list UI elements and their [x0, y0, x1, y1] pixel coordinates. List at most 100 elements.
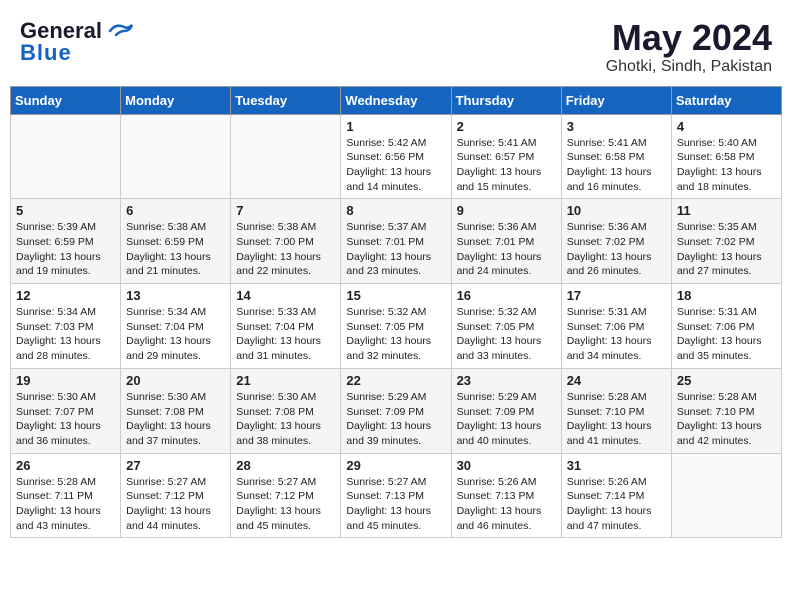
calendar-day-17: 17 Sunrise: 5:31 AMSunset: 7:06 PMDayligh…: [561, 284, 671, 369]
logo-bird-icon: [106, 21, 134, 41]
cell-sun-info: Sunrise: 5:28 AMSunset: 7:11 PMDaylight:…: [16, 475, 115, 534]
day-number: 14: [236, 288, 335, 303]
calendar-day-5: 5 Sunrise: 5:39 AMSunset: 6:59 PMDaylight…: [11, 199, 121, 284]
cell-sun-info: Sunrise: 5:40 AMSunset: 6:58 PMDaylight:…: [677, 136, 776, 195]
calendar-day-6: 6 Sunrise: 5:38 AMSunset: 6:59 PMDaylight…: [121, 199, 231, 284]
cell-sun-info: Sunrise: 5:30 AMSunset: 7:07 PMDaylight:…: [16, 390, 115, 449]
calendar-table: SundayMondayTuesdayWednesdayThursdayFrid…: [10, 86, 782, 539]
day-number: 8: [346, 203, 445, 218]
weekday-header-saturday: Saturday: [671, 86, 781, 114]
calendar-day-4: 4 Sunrise: 5:40 AMSunset: 6:58 PMDaylight…: [671, 114, 781, 199]
calendar-day-8: 8 Sunrise: 5:37 AMSunset: 7:01 PMDaylight…: [341, 199, 451, 284]
cell-sun-info: Sunrise: 5:42 AMSunset: 6:56 PMDaylight:…: [346, 136, 445, 195]
cell-sun-info: Sunrise: 5:28 AMSunset: 7:10 PMDaylight:…: [567, 390, 666, 449]
calendar-day-28: 28 Sunrise: 5:27 AMSunset: 7:12 PMDayligh…: [231, 453, 341, 538]
calendar-day-7: 7Sunrise: 5:38 AMSunset: 7:00 PMDaylight…: [231, 199, 341, 284]
calendar-day-20: 20 Sunrise: 5:30 AMSunset: 7:08 PMDayligh…: [121, 368, 231, 453]
day-number: 22: [346, 373, 445, 388]
day-number: 12: [16, 288, 115, 303]
calendar-day-26: 26 Sunrise: 5:28 AMSunset: 7:11 PMDayligh…: [11, 453, 121, 538]
day-number: 18: [677, 288, 776, 303]
cell-sun-info: Sunrise: 5:34 AMSunset: 7:03 PMDaylight:…: [16, 305, 115, 364]
calendar-day-30: 30 Sunrise: 5:26 AMSunset: 7:13 PMDayligh…: [451, 453, 561, 538]
calendar-day-16: 16Sunrise: 5:32 AMSunset: 7:05 PMDayligh…: [451, 284, 561, 369]
calendar-day-11: 11 Sunrise: 5:35 AMSunset: 7:02 PMDayligh…: [671, 199, 781, 284]
day-number: 28: [236, 458, 335, 473]
cell-sun-info: Sunrise: 5:41 AMSunset: 6:57 PMDaylight:…: [457, 136, 556, 195]
calendar-day-3: 3 Sunrise: 5:41 AMSunset: 6:58 PMDaylight…: [561, 114, 671, 199]
calendar-week-5: 26 Sunrise: 5:28 AMSunset: 7:11 PMDayligh…: [11, 453, 782, 538]
calendar-day-24: 24 Sunrise: 5:28 AMSunset: 7:10 PMDayligh…: [561, 368, 671, 453]
cell-sun-info: Sunrise: 5:32 AMSunset: 7:05 PMDaylight:…: [346, 305, 445, 364]
cell-sun-info: Sunrise: 5:26 AMSunset: 7:14 PMDaylight:…: [567, 475, 666, 534]
day-number: 24: [567, 373, 666, 388]
calendar-week-2: 5 Sunrise: 5:39 AMSunset: 6:59 PMDaylight…: [11, 199, 782, 284]
calendar-day-22: 22 Sunrise: 5:29 AMSunset: 7:09 PMDayligh…: [341, 368, 451, 453]
weekday-header-wednesday: Wednesday: [341, 86, 451, 114]
calendar-day-27: 27 Sunrise: 5:27 AMSunset: 7:12 PMDayligh…: [121, 453, 231, 538]
cell-sun-info: Sunrise: 5:26 AMSunset: 7:13 PMDaylight:…: [457, 475, 556, 534]
cell-sun-info: Sunrise: 5:29 AMSunset: 7:09 PMDaylight:…: [346, 390, 445, 449]
day-number: 20: [126, 373, 225, 388]
cell-sun-info: Sunrise: 5:35 AMSunset: 7:02 PMDaylight:…: [677, 220, 776, 279]
day-number: 31: [567, 458, 666, 473]
cell-sun-info: Sunrise: 5:32 AMSunset: 7:05 PMDaylight:…: [457, 305, 556, 364]
cell-sun-info: Sunrise: 5:39 AMSunset: 6:59 PMDaylight:…: [16, 220, 115, 279]
day-number: 27: [126, 458, 225, 473]
cell-sun-info: Sunrise: 5:36 AMSunset: 7:02 PMDaylight:…: [567, 220, 666, 279]
calendar-day-12: 12 Sunrise: 5:34 AMSunset: 7:03 PMDayligh…: [11, 284, 121, 369]
cell-sun-info: Sunrise: 5:37 AMSunset: 7:01 PMDaylight:…: [346, 220, 445, 279]
cell-sun-info: Sunrise: 5:34 AMSunset: 7:04 PMDaylight:…: [126, 305, 225, 364]
cell-sun-info: Sunrise: 5:36 AMSunset: 7:01 PMDaylight:…: [457, 220, 556, 279]
title-area: May 2024 Ghotki, Sindh, Pakistan: [606, 18, 772, 76]
cell-sun-info: Sunrise: 5:41 AMSunset: 6:58 PMDaylight:…: [567, 136, 666, 195]
calendar-day-23: 23 Sunrise: 5:29 AMSunset: 7:09 PMDayligh…: [451, 368, 561, 453]
calendar-day-2: 2 Sunrise: 5:41 AMSunset: 6:57 PMDaylight…: [451, 114, 561, 199]
cell-sun-info: Sunrise: 5:31 AMSunset: 7:06 PMDaylight:…: [567, 305, 666, 364]
weekday-header-monday: Monday: [121, 86, 231, 114]
day-number: 29: [346, 458, 445, 473]
cell-sun-info: Sunrise: 5:27 AMSunset: 7:12 PMDaylight:…: [236, 475, 335, 534]
cell-sun-info: Sunrise: 5:38 AMSunset: 7:00 PMDaylight:…: [236, 220, 335, 279]
cell-sun-info: Sunrise: 5:27 AMSunset: 7:12 PMDaylight:…: [126, 475, 225, 534]
day-number: 13: [126, 288, 225, 303]
calendar-day-29: 29 Sunrise: 5:27 AMSunset: 7:13 PMDayligh…: [341, 453, 451, 538]
cell-sun-info: Sunrise: 5:30 AMSunset: 7:08 PMDaylight:…: [126, 390, 225, 449]
cell-sun-info: Sunrise: 5:38 AMSunset: 6:59 PMDaylight:…: [126, 220, 225, 279]
calendar-day-13: 13 Sunrise: 5:34 AMSunset: 7:04 PMDayligh…: [121, 284, 231, 369]
page-header: General Blue May 2024 Ghotki, Sindh, Pak…: [10, 10, 782, 82]
cell-sun-info: Sunrise: 5:27 AMSunset: 7:13 PMDaylight:…: [346, 475, 445, 534]
weekday-header-row: SundayMondayTuesdayWednesdayThursdayFrid…: [11, 86, 782, 114]
day-number: 23: [457, 373, 556, 388]
day-number: 2: [457, 119, 556, 134]
calendar-day-15: 15 Sunrise: 5:32 AMSunset: 7:05 PMDayligh…: [341, 284, 451, 369]
calendar-day-14: 14 Sunrise: 5:33 AMSunset: 7:04 PMDayligh…: [231, 284, 341, 369]
day-number: 15: [346, 288, 445, 303]
calendar-empty: [121, 114, 231, 199]
day-number: 6: [126, 203, 225, 218]
day-number: 3: [567, 119, 666, 134]
calendar-empty: [11, 114, 121, 199]
month-title: May 2024: [606, 18, 772, 58]
cell-sun-info: Sunrise: 5:33 AMSunset: 7:04 PMDaylight:…: [236, 305, 335, 364]
day-number: 4: [677, 119, 776, 134]
day-number: 5: [16, 203, 115, 218]
logo: General Blue: [20, 18, 134, 66]
day-number: 26: [16, 458, 115, 473]
day-number: 30: [457, 458, 556, 473]
weekday-header-sunday: Sunday: [11, 86, 121, 114]
day-number: 1: [346, 119, 445, 134]
day-number: 11: [677, 203, 776, 218]
calendar-day-9: 9Sunrise: 5:36 AMSunset: 7:01 PMDaylight…: [451, 199, 561, 284]
calendar-empty: [231, 114, 341, 199]
day-number: 25: [677, 373, 776, 388]
calendar-week-1: 1 Sunrise: 5:42 AMSunset: 6:56 PMDaylight…: [11, 114, 782, 199]
weekday-header-tuesday: Tuesday: [231, 86, 341, 114]
calendar-day-25: 25Sunrise: 5:28 AMSunset: 7:10 PMDayligh…: [671, 368, 781, 453]
calendar-day-31: 31 Sunrise: 5:26 AMSunset: 7:14 PMDayligh…: [561, 453, 671, 538]
day-number: 17: [567, 288, 666, 303]
calendar-day-1: 1 Sunrise: 5:42 AMSunset: 6:56 PMDaylight…: [341, 114, 451, 199]
calendar-week-4: 19Sunrise: 5:30 AMSunset: 7:07 PMDayligh…: [11, 368, 782, 453]
cell-sun-info: Sunrise: 5:29 AMSunset: 7:09 PMDaylight:…: [457, 390, 556, 449]
calendar-day-18: 18Sunrise: 5:31 AMSunset: 7:06 PMDayligh…: [671, 284, 781, 369]
